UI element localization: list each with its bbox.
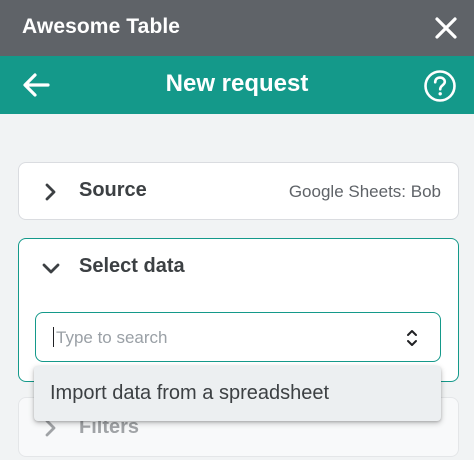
window-titlebar: Awesome Table xyxy=(0,0,474,56)
up-down-arrows-icon[interactable] xyxy=(405,327,419,349)
source-section[interactable]: Source Google Sheets: Bob xyxy=(18,162,459,220)
source-value: Google Sheets: Bob xyxy=(288,182,441,201)
help-circle-icon[interactable] xyxy=(422,68,458,104)
page-title: New request xyxy=(165,70,309,97)
dropdown-menu: Import data from a spreadsheet xyxy=(34,366,441,421)
data-search-select[interactable] xyxy=(35,312,441,362)
select-data-section: Select data xyxy=(18,238,459,382)
chevron-down-icon[interactable] xyxy=(41,259,61,279)
app-header: New request xyxy=(0,56,474,114)
dropdown-option-label: Import data from a spreadsheet xyxy=(50,382,330,404)
window-title: Awesome Table xyxy=(22,15,181,38)
search-input[interactable] xyxy=(54,324,398,352)
select-data-label: Select data xyxy=(79,255,185,277)
source-label: Source xyxy=(79,179,147,201)
chevron-right-icon xyxy=(41,418,61,438)
close-icon[interactable] xyxy=(430,12,462,44)
chevron-right-icon xyxy=(41,182,61,202)
